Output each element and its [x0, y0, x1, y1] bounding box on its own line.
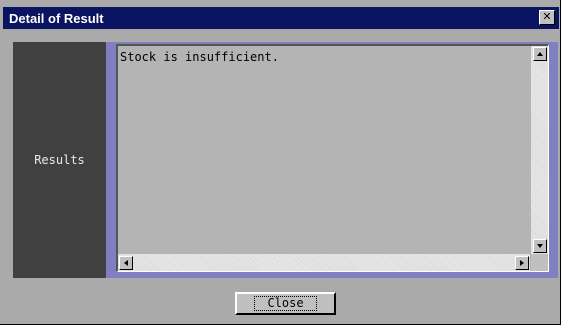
horizontal-scrollbar[interactable] [118, 254, 530, 271]
window-title: Detail of Result [9, 10, 104, 26]
results-label: Results [34, 153, 85, 167]
title-bar[interactable]: Detail of Result ✕ [3, 7, 559, 29]
results-label-panel: Results [13, 42, 106, 278]
scroll-left-icon[interactable] [119, 256, 133, 270]
results-text: Stock is insufficient. [120, 50, 279, 64]
scroll-corner [531, 254, 548, 271]
results-textarea[interactable]: Stock is insufficient. [116, 44, 549, 272]
close-button-label: Close [254, 296, 317, 311]
close-icon[interactable]: ✕ [539, 10, 555, 25]
scroll-up-icon[interactable] [533, 47, 547, 61]
vertical-scrollbar[interactable] [531, 46, 548, 254]
close-button[interactable]: Close [235, 292, 336, 315]
scroll-down-icon[interactable] [533, 239, 547, 253]
scroll-right-icon[interactable] [515, 256, 529, 270]
dialog-window: Detail of Result ✕ Results Stock is insu… [0, 0, 561, 325]
